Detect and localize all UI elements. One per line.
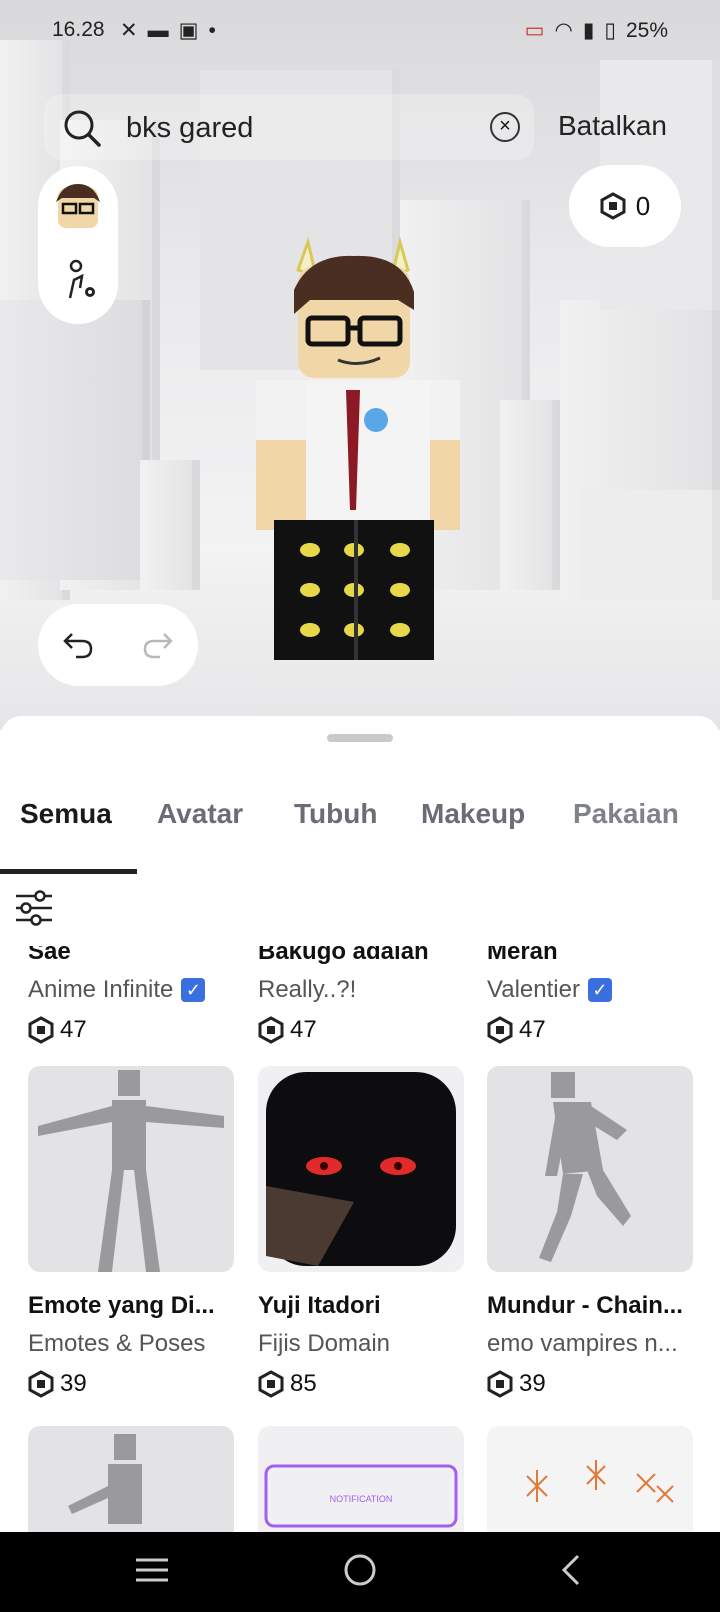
- redo-icon[interactable]: [142, 630, 174, 660]
- avatar-headshot-icon[interactable]: [54, 180, 102, 232]
- item-thumbnail: NOTIFICATION: [258, 1426, 464, 1536]
- tab-pakaian[interactable]: Pakaian: [573, 798, 679, 830]
- notification-label: NOTIFICATION: [330, 1494, 393, 1504]
- robux-balance: 0: [635, 190, 651, 221]
- item-creator: Anime Infinite ✓: [28, 976, 234, 1004]
- catalog-sheet: Semua Avatar Tubuh Makeup Pakaian Sae An…: [0, 716, 720, 1536]
- item-price: 39: [487, 1370, 693, 1398]
- catalog-item-yuji[interactable]: Yuji Itadori Fijis Domain 85: [258, 1066, 464, 1398]
- item-name: Bakugo adalah: [258, 946, 429, 965]
- pose-figure-icon: [68, 1434, 142, 1524]
- catalog-item-sae[interactable]: Sae Anime Infinite ✓ 47: [28, 946, 234, 1044]
- search-input[interactable]: [124, 108, 498, 148]
- verified-badge-icon: ✓: [181, 978, 206, 1002]
- dance-figure-icon: [539, 1072, 631, 1262]
- item-creator: emo vampires n...: [487, 1330, 678, 1357]
- catalog-item-emote[interactable]: Emote yang Di... Emotes & Poses 39: [28, 1066, 234, 1398]
- item-price: 47: [28, 1016, 234, 1044]
- robux-icon: [487, 1016, 513, 1044]
- robux-icon: [28, 1370, 54, 1398]
- cancel-button[interactable]: Batalkan: [558, 110, 667, 142]
- robux-icon: [258, 1370, 284, 1398]
- battery-level: 25%: [625, 18, 668, 42]
- active-tab-indicator: [0, 869, 137, 874]
- capcut-icon: ✕: [120, 19, 138, 42]
- item-price: 85: [258, 1370, 464, 1398]
- undo-icon[interactable]: [62, 630, 94, 660]
- catalog-item-bakugo[interactable]: Bakugo adalah Really..?! 47: [258, 946, 464, 1044]
- pose-figure-icon: [38, 1070, 224, 1272]
- item-creator: Really..?!: [258, 976, 357, 1003]
- status-time: 16.28: [52, 18, 105, 41]
- robux-balance-pill[interactable]: 0: [569, 165, 681, 247]
- robux-icon: [258, 1016, 284, 1044]
- robux-icon: [28, 1016, 54, 1044]
- status-notification-icons: ✕ ▬ ▣ •: [120, 18, 216, 43]
- item-price: 47: [258, 1016, 464, 1044]
- search-icon: [64, 110, 101, 147]
- item-name: Sae: [28, 946, 71, 965]
- catalog-grid: Sae Anime Infinite ✓ 47 Bakugo adalah Rea…: [0, 946, 720, 1536]
- avatar-settings-icon[interactable]: [60, 258, 100, 302]
- status-system-icons: ▭ ◠ ▮ ▯ 25%: [525, 18, 668, 43]
- wifi-icon: ◠: [554, 19, 573, 42]
- filter-icon[interactable]: [14, 888, 54, 928]
- catalog-item-meran[interactable]: Meran Valentier ✓ 47: [487, 946, 693, 1044]
- tab-makeup[interactable]: Makeup: [421, 798, 525, 830]
- sheet-drag-handle[interactable]: [327, 734, 393, 742]
- back-icon[interactable]: [556, 1552, 586, 1588]
- video-icon: ▬: [147, 18, 169, 42]
- item-creator: Valentier ✓: [487, 976, 693, 1004]
- dot-icon: •: [208, 18, 216, 42]
- item-thumbnail: [28, 1066, 234, 1272]
- verified-badge-icon: ✓: [587, 978, 612, 1002]
- undo-redo-pill: [38, 604, 198, 686]
- item-thumbnail: [28, 1426, 234, 1536]
- tab-semua[interactable]: Semua: [20, 798, 112, 830]
- home-icon[interactable]: [342, 1552, 378, 1588]
- item-creator: Emotes & Poses: [28, 1330, 206, 1357]
- notification-frame-icon: NOTIFICATION: [264, 1464, 458, 1528]
- item-name: Emote yang Di...: [28, 1292, 215, 1319]
- catalog-item-next-1[interactable]: [28, 1426, 234, 1536]
- search-bar[interactable]: ×: [44, 94, 534, 160]
- catalog-item-mundur[interactable]: Mundur - Chain... emo vampires n... 39: [487, 1066, 693, 1398]
- item-name: Yuji Itadori: [258, 1292, 381, 1319]
- signal-icon: ▮: [582, 19, 595, 42]
- mail-icon: ▣: [178, 19, 199, 42]
- sparkle-icon: [526, 1460, 674, 1503]
- tab-avatar[interactable]: Avatar: [157, 798, 243, 830]
- item-thumbnail: [487, 1066, 693, 1272]
- robux-icon: [487, 1370, 513, 1398]
- recent-apps-icon[interactable]: [134, 1552, 170, 1588]
- item-name: Meran: [487, 946, 558, 965]
- clear-search-icon[interactable]: ×: [490, 112, 520, 142]
- item-creator: Fijis Domain: [258, 1330, 391, 1357]
- system-nav-bar: [0, 1532, 720, 1612]
- item-thumbnail: [487, 1426, 693, 1536]
- tab-tubuh[interactable]: Tubuh: [294, 798, 377, 830]
- item-name: Mundur - Chain...: [487, 1292, 683, 1319]
- catalog-item-next-2[interactable]: NOTIFICATION: [258, 1426, 464, 1536]
- battery-icon: ▯: [604, 19, 616, 42]
- robux-icon: [600, 192, 626, 220]
- item-price: 47: [487, 1016, 693, 1044]
- item-price: 39: [28, 1370, 234, 1398]
- dark-mask-head-icon: [266, 1072, 456, 1266]
- item-thumbnail: [258, 1066, 464, 1272]
- status-bar: 16.28 ✕ ▬ ▣ • ▭ ◠ ▮ ▯ 25%: [0, 0, 720, 60]
- cast-icon: ▭: [524, 19, 545, 42]
- avatar-figure[interactable]: [250, 230, 460, 680]
- avatar-side-menu: [38, 166, 118, 324]
- catalog-item-next-3[interactable]: [487, 1426, 693, 1536]
